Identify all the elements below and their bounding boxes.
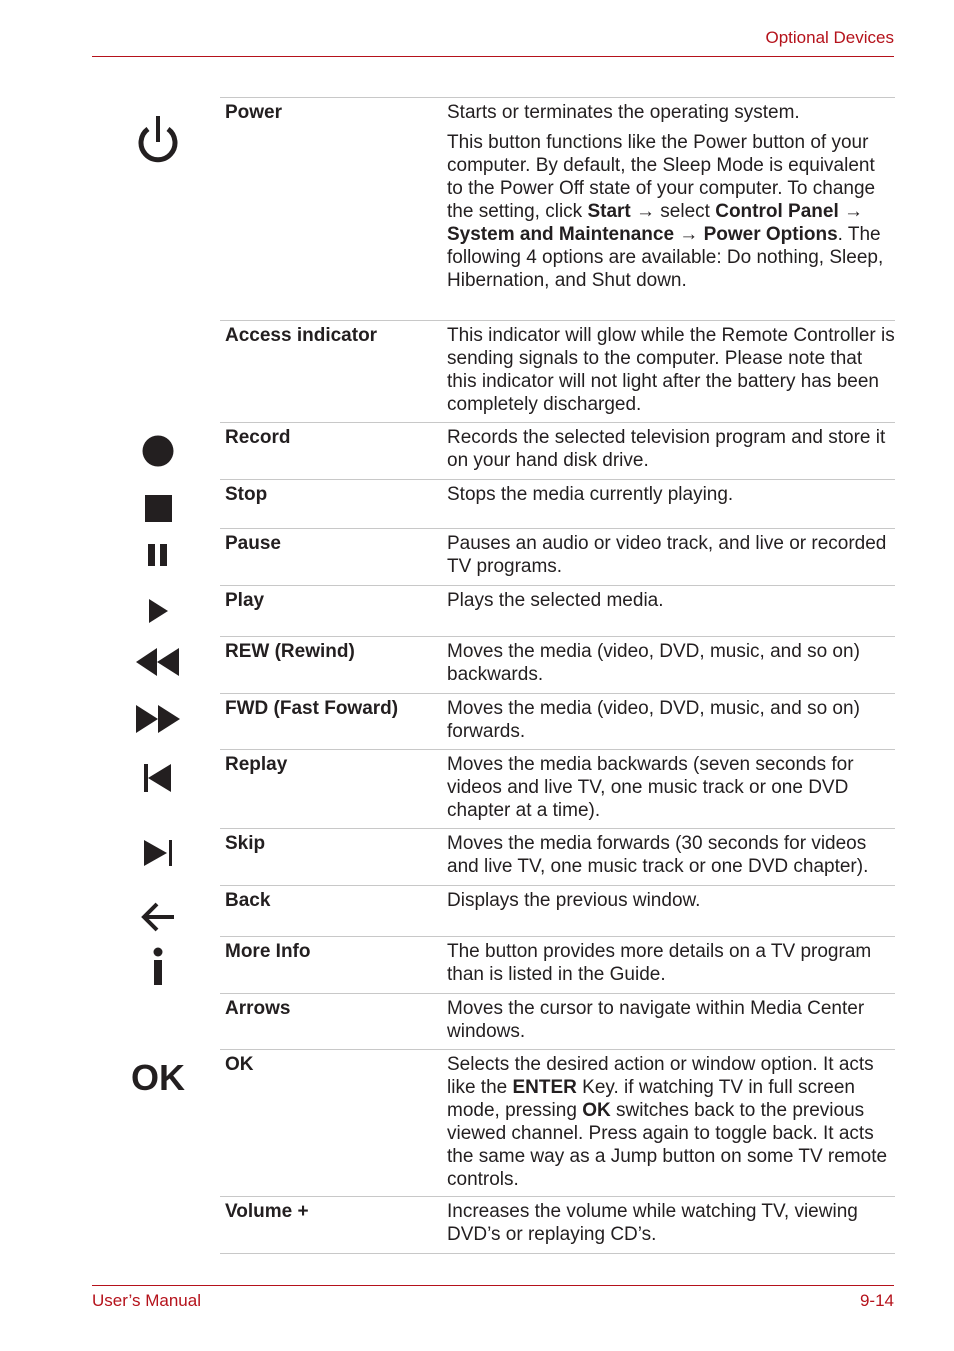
header-divider [92,56,894,57]
desc-fast-forward: Moves the media (video, DVD, music, and … [447,698,860,742]
term-skip: Skip [225,833,266,854]
table-row: Replay Moves the media backwards (seven … [220,749,895,828]
desc-back: Displays the previous window. [447,890,701,911]
table-row: OK Selects the desired action or window … [220,1049,895,1196]
term-access-indicator: Access indicator [225,325,378,346]
footer-divider [92,1285,894,1286]
skip-icon [144,840,172,866]
play-icon [148,599,168,623]
table-row: Pause Pauses an audio or video track, an… [220,528,895,585]
term-ok: OK [225,1054,254,1075]
desc-more-info: The button provides more details on a TV… [447,941,872,985]
term-volume-up: Volume + [225,1201,309,1222]
section-title: Optional Devices [765,28,894,47]
desc-play: Plays the selected media. [447,590,664,611]
pause-icon [147,544,169,566]
desc-stop: Stops the media currently playing. [447,484,734,505]
desc-skip: Moves the media forwards (30 seconds for… [447,833,869,877]
desc-arrows: Moves the cursor to navigate within Medi… [447,998,865,1042]
table-row: Skip Moves the media forwards (30 second… [220,828,895,885]
desc-record: Records the selected television program … [447,427,886,471]
fast-forward-icon [136,705,180,733]
desc-access-indicator: This indicator will glow while the Remot… [447,325,895,415]
term-stop: Stop [225,484,268,505]
power-icon [135,112,181,166]
desc-rewind: Moves the media (video, DVD, music, and … [447,641,860,685]
desc-replay: Moves the media backwards (seven seconds… [447,754,854,821]
desc-ok: Selects the desired action or window opt… [447,1054,888,1190]
term-arrows: Arrows [225,998,291,1019]
term-play: Play [225,590,265,611]
table-row: Power Starts or terminates the operating… [220,97,895,320]
table-row: Back Displays the previous window. [220,885,895,936]
desc-volume-up: Increases the volume while watching TV, … [447,1201,858,1245]
back-arrow-icon [141,901,175,933]
desc-power: Starts or terminates the operating syste… [447,102,884,291]
table-row: Record Records the selected television p… [220,422,895,479]
page-number: 9-14 [859,1291,894,1310]
table-row: Access indicator This indicator will glo… [220,320,895,422]
term-rewind: REW (Rewind) [225,641,355,662]
ok-icon: OK [131,1057,185,1098]
rewind-icon [136,648,180,676]
term-fast-forward: FWD (Fast Foward) [225,698,399,719]
term-record: Record [225,427,291,448]
term-power: Power [225,102,283,123]
record-icon [142,435,174,467]
info-icon [152,947,164,985]
table-row: REW (Rewind) Moves the media (video, DVD… [220,636,895,693]
term-more-info: More Info [225,941,311,962]
table-row: Volume + Increases the volume while watc… [220,1196,895,1254]
table-row: More Info The button provides more detai… [220,936,895,993]
table-row: Play Plays the selected media. [220,585,895,636]
table-row: FWD (Fast Foward) Moves the media (video… [220,693,895,749]
term-back: Back [225,890,271,911]
term-pause: Pause [225,533,281,554]
term-replay: Replay [225,754,288,775]
table-row: Arrows Moves the cursor to navigate with… [220,993,895,1049]
manual-title: User’s Manual [92,1291,201,1310]
replay-icon [144,764,172,792]
stop-icon [144,494,172,522]
table-row: Stop Stops the media currently playing. [220,479,895,528]
desc-pause: Pauses an audio or video track, and live… [447,533,887,577]
